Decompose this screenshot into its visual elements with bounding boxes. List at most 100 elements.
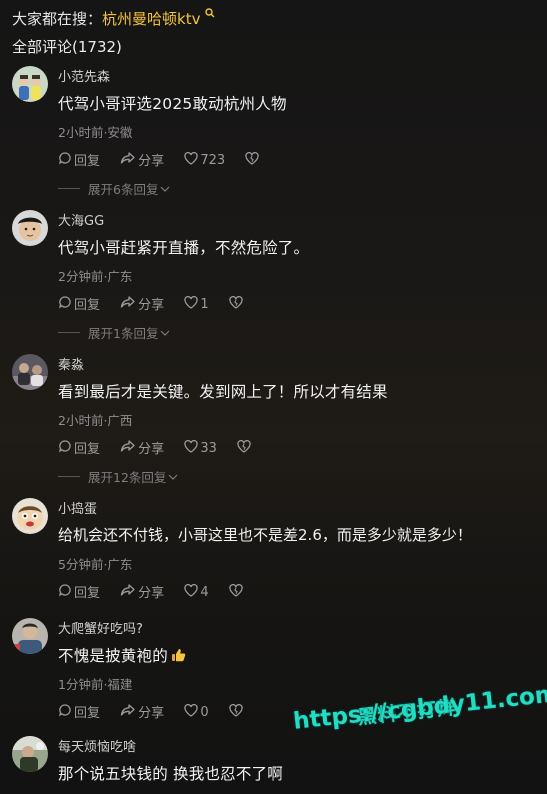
share-label: 分享 <box>138 154 165 169</box>
comment-meta: 2小时前·安徽 <box>58 125 133 140</box>
reply-icon <box>58 583 74 601</box>
share-label: 分享 <box>138 298 165 313</box>
comment-actions: 回复 分享 1 <box>58 294 261 313</box>
like-count: 0 <box>200 704 209 720</box>
chevron-down-icon <box>168 469 178 484</box>
comment-username[interactable]: 小捣蛋 <box>58 498 97 517</box>
broken-heart-icon <box>237 439 253 457</box>
reply-button[interactable]: 回复 <box>58 438 100 457</box>
share-label: 分享 <box>138 586 165 601</box>
comment-text: 给机会还不付钱，小哥这里也不是差2.6，而是多少就是多少！ <box>58 526 472 544</box>
comment-text: 代驾小哥赶紧开直播，不然危险了。 <box>58 239 310 257</box>
comment-meta: 2分钟前·广东 <box>58 269 133 284</box>
broken-heart-icon <box>229 703 245 721</box>
reply-button[interactable]: 回复 <box>58 150 100 169</box>
dislike-button[interactable] <box>229 703 245 721</box>
thumbs-up-icon <box>171 648 186 666</box>
avatar[interactable] <box>12 498 48 534</box>
avatar[interactable] <box>12 736 48 772</box>
hot-search-bar[interactable]: 大家都在搜：杭州曼哈顿ktv <box>12 8 215 29</box>
comment-actions: 回复 分享 33 <box>58 438 269 457</box>
broken-heart-icon <box>229 295 245 313</box>
share-icon <box>120 583 138 601</box>
reply-icon <box>58 439 74 457</box>
comment-count: 全部评论(1732) <box>12 38 122 56</box>
share-button[interactable]: 分享 <box>120 702 164 721</box>
comment-username[interactable]: 每天烦恼吃啥 <box>58 736 136 755</box>
reply-label: 回复 <box>74 586 101 601</box>
avatar[interactable] <box>12 618 48 654</box>
reply-icon <box>58 703 74 721</box>
expand-replies[interactable]: 展开6条回复 <box>58 179 170 198</box>
comment-meta: 1分钟前·福建 <box>58 677 133 692</box>
share-icon <box>120 439 138 457</box>
comment-username[interactable]: 秦淼 <box>58 354 84 373</box>
expand-replies-label: 展开1条回复 <box>88 326 159 341</box>
share-button[interactable]: 分享 <box>120 438 164 457</box>
share-button[interactable]: 分享 <box>120 582 164 601</box>
broken-heart-icon <box>229 583 245 601</box>
like-count: 723 <box>200 152 226 168</box>
comment-actions: 回复 分享 0 <box>58 702 261 721</box>
comment-text-content: 不愧是披黄袍的 <box>58 647 168 665</box>
expand-replies-label: 展开6条回复 <box>88 182 159 197</box>
expand-replies-label: 展开12条回复 <box>88 470 167 485</box>
like-button[interactable]: 723 <box>184 151 226 169</box>
expand-replies[interactable]: 展开1条回复 <box>58 323 170 342</box>
chevron-down-icon <box>160 325 170 340</box>
hot-search-keyword[interactable]: 杭州曼哈顿ktv <box>102 10 200 28</box>
like-button[interactable]: 1 <box>184 295 209 313</box>
share-icon <box>120 295 138 313</box>
dislike-button[interactable] <box>229 583 245 601</box>
like-button[interactable]: 4 <box>184 583 209 601</box>
like-button[interactable]: 0 <box>184 703 209 721</box>
reply-button[interactable]: 回复 <box>58 582 100 601</box>
comment-text: 不愧是披黄袍的 <box>58 644 186 666</box>
expand-replies[interactable]: 展开12条回复 <box>58 467 178 486</box>
search-icon[interactable] <box>201 8 215 21</box>
reply-icon <box>58 151 74 169</box>
avatar[interactable] <box>12 354 48 390</box>
comment-username[interactable]: 小范先森 <box>58 66 110 85</box>
avatar[interactable] <box>12 66 48 102</box>
comment-username[interactable]: 大海GG <box>58 210 104 229</box>
dislike-button[interactable] <box>245 151 261 169</box>
comment-text: 代驾小哥评选2025敢动杭州人物 <box>58 95 287 113</box>
reply-label: 回复 <box>74 154 101 169</box>
reply-label: 回复 <box>74 706 101 721</box>
comment-text: 看到最后才是关键。发到网上了！所以才有结果 <box>58 383 388 401</box>
heart-icon <box>184 703 200 721</box>
reply-icon <box>58 295 74 313</box>
heart-icon <box>184 295 200 313</box>
reply-button[interactable]: 回复 <box>58 702 100 721</box>
reply-label: 回复 <box>74 298 101 313</box>
comment-actions: 回复 分享 723 <box>58 150 277 169</box>
reply-button[interactable]: 回复 <box>58 294 100 313</box>
watermark-url: https://cgbdy11.com <box>292 681 547 735</box>
share-label: 分享 <box>138 442 165 457</box>
like-count: 33 <box>200 440 217 456</box>
comment-actions: 回复 分享 4 <box>58 582 261 601</box>
dislike-button[interactable] <box>229 295 245 313</box>
like-button[interactable]: 33 <box>184 439 217 457</box>
dislike-button[interactable] <box>237 439 253 457</box>
hot-search-prefix: 大家都在搜： <box>12 10 103 28</box>
comment-meta: 5分钟前·广东 <box>58 557 133 572</box>
heart-icon <box>184 583 200 601</box>
share-button[interactable]: 分享 <box>120 294 164 313</box>
like-count: 1 <box>200 296 209 312</box>
share-icon <box>120 703 138 721</box>
share-icon <box>120 151 138 169</box>
share-label: 分享 <box>138 706 165 721</box>
chevron-down-icon <box>160 181 170 196</box>
comment-meta: 2小时前·广西 <box>58 413 133 428</box>
comment-text: 那个说五块钱的 换我也忍不了啊 <box>58 765 283 783</box>
heart-icon <box>184 151 200 169</box>
broken-heart-icon <box>245 151 261 169</box>
comment-username[interactable]: 大爬蟹好吃吗? <box>58 618 143 637</box>
share-button[interactable]: 分享 <box>120 150 164 169</box>
reply-label: 回复 <box>74 442 101 457</box>
heart-icon <box>184 439 200 457</box>
avatar[interactable] <box>12 210 48 246</box>
like-count: 4 <box>200 584 209 600</box>
